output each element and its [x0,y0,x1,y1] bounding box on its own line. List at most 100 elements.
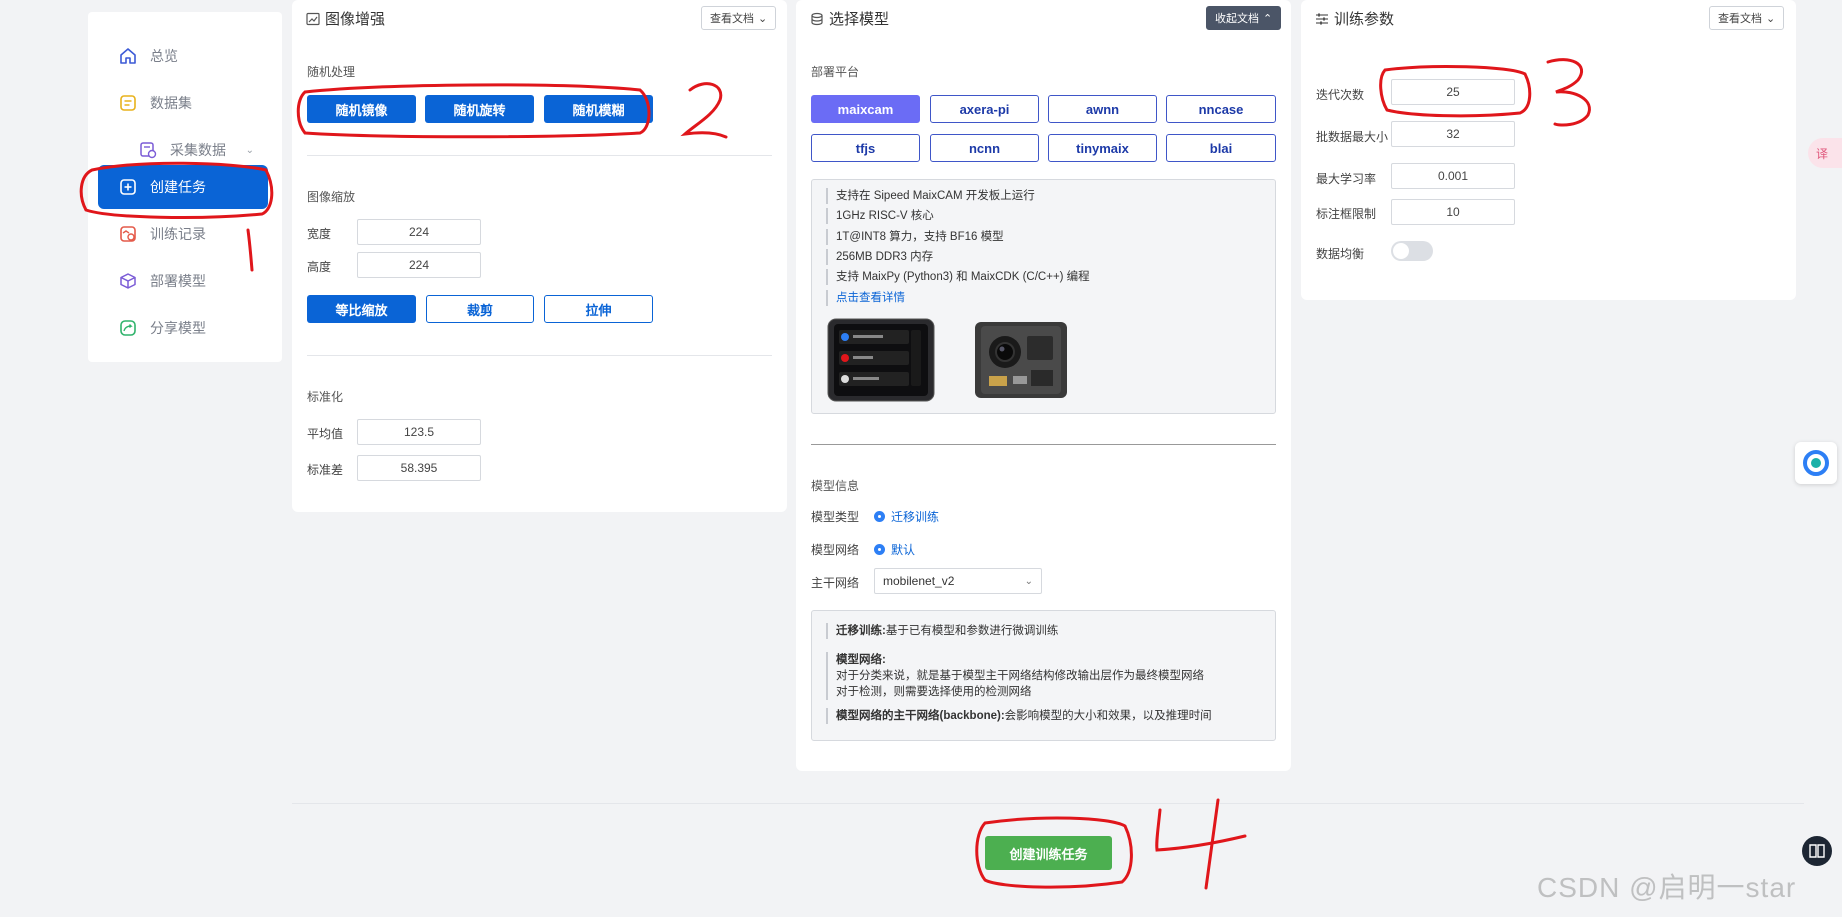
augment-header: 图像增强 [306,8,385,29]
model-title: 选择模型 [829,11,890,28]
model-panel: 选择模型 收起文档 ⌃ 部署平台 maixcam axera-pi awnn n… [796,0,1291,771]
radio-selected-icon [874,511,885,522]
batch-label: 批数据最大小 [1316,130,1389,144]
net-line2: 对于检测，则需要选择使用的检测网络 [836,686,1032,698]
model-net-radio[interactable]: 默认 [874,541,915,558]
create-train-task-button[interactable]: 创建训练任务 [985,836,1112,870]
assistant-float-button[interactable] [1795,442,1837,484]
platform-blai[interactable]: blai [1166,134,1276,162]
std-label: 标准差 [307,463,344,477]
cube-icon [118,271,138,291]
platform-nncase[interactable]: nncase [1166,95,1276,123]
net-line1: 对于分类来说，就是基于模型主干网络结构修改输出层作为最终模型网络 [836,670,1204,682]
radio-selected-icon [874,544,885,555]
platform-tfjs[interactable]: tfjs [811,134,920,162]
balance-toggle[interactable] [1391,241,1433,261]
info-line: 1T@INT8 算力，支持 BF16 模型 [826,229,1004,245]
maixcam-board-image [975,322,1067,398]
train-panel: 训练参数 查看文档 ⌄ 迭代次数 25 批数据最大小 32 最大学习率 0.00… [1301,0,1796,300]
balance-label: 数据均衡 [1316,247,1365,261]
sidebar-item-deploy[interactable]: 部署模型 [98,259,268,303]
sidebar-item-label: 训练记录 [150,226,206,242]
width-label: 宽度 [307,227,332,241]
height-label: 高度 [307,260,332,274]
platform-awnn[interactable]: awnn [1048,95,1157,123]
doc-button-label: 查看文档 [710,13,754,25]
random-blur-button[interactable]: 随机模糊 [544,95,653,123]
collect-icon [138,140,158,160]
sidebar-item-label: 采集数据 [170,142,226,158]
width-field[interactable]: 224 [357,219,481,245]
net-title: 模型网络: [836,654,886,666]
sidebar-item-label: 总览 [150,48,178,64]
dataset-icon [118,93,138,113]
lr-field[interactable]: 0.001 [1391,163,1515,189]
transfer-title: 迁移训练: [836,625,886,637]
platform-tinymaix[interactable]: tinymaix [1048,134,1157,162]
details-link[interactable]: 点击查看详情 [826,290,905,306]
translate-float-button[interactable]: 译 [1808,138,1842,168]
reader-float-button[interactable] [1802,836,1832,866]
norm-label: 标准化 [307,390,344,404]
epochs-field[interactable]: 25 [1391,79,1515,105]
platform-maixcam[interactable]: maixcam [811,95,920,123]
svg-text:译: 译 [1816,147,1828,161]
backbone-title: 模型网络的主干网络(backbone): [836,710,1005,722]
translate-icon: 译 [1816,147,1828,161]
chevron-down-icon: ⌄ [1024,575,1033,587]
box-limit-field[interactable]: 10 [1391,199,1515,225]
augment-title: 图像增强 [325,11,386,28]
database-icon [811,12,823,25]
collapse-doc-button[interactable]: 收起文档 ⌃ [1206,6,1282,30]
mean-field[interactable]: 123.5 [357,419,481,445]
lr-label: 最大学习率 [1316,172,1377,186]
divider [307,355,772,356]
model-type-radio[interactable]: 迁移训练 [874,508,939,525]
sidebar: 总览 数据集 采集数据 ⌄ 创建任务 训练记录 部署模型 分享模型 [88,12,282,362]
keep-ratio-button[interactable]: 等比缩放 [307,295,416,323]
mean-label: 平均值 [307,427,344,441]
image-icon [306,12,320,25]
height-field[interactable]: 224 [357,252,481,278]
doc-button-label: 查看文档 [1718,13,1762,25]
std-field[interactable]: 58.395 [357,455,481,481]
collapse-button-label: 收起文档 [1215,13,1259,25]
sidebar-item-label: 部署模型 [150,273,206,289]
platform-ncnn[interactable]: ncnn [930,134,1039,162]
backbone-select[interactable]: mobilenet_v2 ⌄ [874,568,1042,594]
sidebar-item-train-record[interactable]: 训练记录 [98,212,268,256]
platform-info-box: 支持在 Sipeed MaixCAM 开发板上运行 1GHz RISC-V 核心… [811,179,1276,414]
sidebar-item-dataset[interactable]: 数据集 [98,81,268,125]
random-label: 随机处理 [307,65,356,79]
sidebar-item-overview[interactable]: 总览 [98,34,268,78]
chevron-down-icon[interactable]: ⌄ [246,145,254,156]
train-doc-button[interactable]: 查看文档 ⌄ [1709,6,1785,30]
info-line: 256MB DDR3 内存 [826,249,933,265]
batch-field[interactable]: 32 [1391,121,1515,147]
info-line: 1GHz RISC-V 核心 [826,208,934,224]
share-icon [118,318,138,338]
info-line: 支持在 Sipeed MaixCAM 开发板上运行 [826,188,1035,204]
chevron-down-icon: ⌄ [1766,12,1776,25]
stretch-button[interactable]: 拉伸 [544,295,653,323]
plus-square-icon [118,177,138,197]
sidebar-item-create-task[interactable]: 创建任务 [98,165,268,209]
backbone-desc: 模型网络的主干网络(backbone):会影响模型的大小和效果，以及推理时间 [826,708,1212,724]
watermark: CSDN @启明一star [1537,872,1797,903]
chevron-down-icon: ⌄ [758,12,768,25]
model-desc-box: 迁移训练:基于已有模型和参数进行微调训练 模型网络: 对于分类来说，就是基于模型… [811,610,1276,741]
crop-button[interactable]: 裁剪 [426,295,534,323]
divider [811,444,1276,445]
train-title: 训练参数 [1334,11,1395,28]
sidebar-item-share[interactable]: 分享模型 [98,306,268,350]
train-header: 训练参数 [1315,8,1394,29]
random-rotate-button[interactable]: 随机旋转 [425,95,534,123]
net-desc: 模型网络: 对于分类来说，就是基于模型主干网络结构修改输出层作为最终模型网络 对… [826,652,1204,700]
random-mirror-button[interactable]: 随机镜像 [307,95,416,123]
sidebar-item-label: 数据集 [150,95,192,111]
augment-doc-button[interactable]: 查看文档 ⌄ [701,6,777,30]
platform-axera-pi[interactable]: axera-pi [930,95,1039,123]
footer-divider [292,803,1804,804]
box-limit-label: 标注框限制 [1316,207,1377,221]
sidebar-item-label: 分享模型 [150,320,206,336]
